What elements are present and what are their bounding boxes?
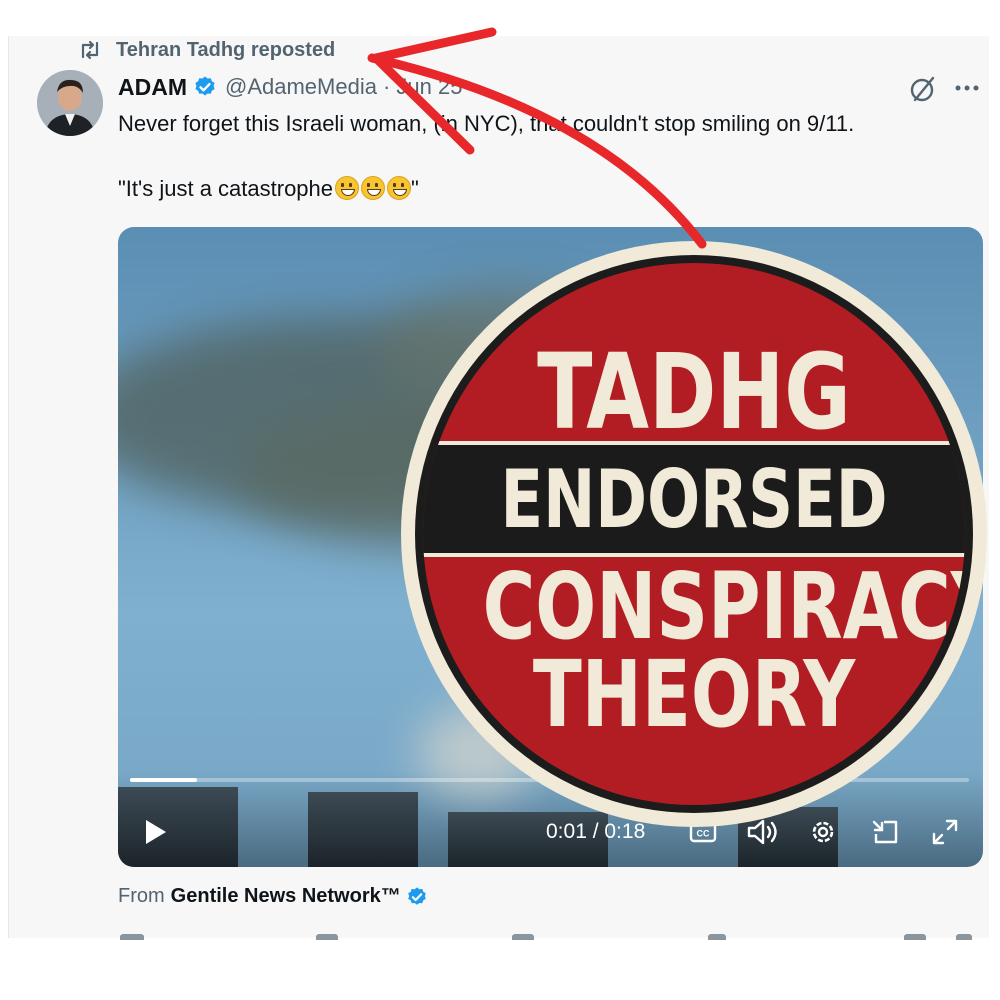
- verified-badge-icon[interactable]: [406, 886, 428, 908]
- views-icon[interactable]: [708, 934, 726, 940]
- repost-action-icon[interactable]: [316, 934, 338, 940]
- fullscreen-icon[interactable]: [930, 817, 960, 847]
- svg-text:CC: CC: [697, 829, 710, 839]
- video-progress-fill: [130, 778, 198, 782]
- like-icon[interactable]: [512, 934, 534, 940]
- repost-indicator[interactable]: Tehran Tadhg reposted: [78, 38, 335, 62]
- badge-line1: TADHG: [537, 331, 851, 453]
- avatar[interactable]: [37, 70, 103, 136]
- badge-line4: THEORY: [532, 641, 856, 748]
- video-source: From Gentile News Network™: [118, 885, 428, 908]
- grinning-emoji-icon: [335, 176, 360, 200]
- tweet-text-line2: "It's just a catastrophe ": [118, 176, 419, 202]
- author-handle[interactable]: @AdameMedia: [225, 74, 377, 100]
- settings-gear-icon[interactable]: [808, 817, 838, 847]
- video-time: 0:01 / 0:18: [546, 820, 646, 843]
- avatar-image: [37, 70, 103, 136]
- tweet-text-quote-end: ": [411, 176, 419, 201]
- badge-inner: TADHG ENDORSED CONSPIRACY THEORY: [423, 263, 965, 805]
- more-options-icon[interactable]: [952, 76, 982, 100]
- tweet-date[interactable]: · Jun 25: [383, 74, 463, 100]
- beaming-emoji-icon: [361, 176, 386, 200]
- grok-icon[interactable]: [908, 74, 938, 104]
- repost-label[interactable]: Tehran Tadhg reposted: [116, 39, 335, 62]
- captions-icon[interactable]: CC: [688, 817, 718, 847]
- share-icon[interactable]: [956, 934, 972, 940]
- author-row: ADAM @AdameMedia · Jun 25: [118, 72, 462, 102]
- tweet-text-line1: Never forget this Israeli woman, (in NYC…: [118, 111, 855, 136]
- author-name[interactable]: ADAM: [118, 74, 187, 101]
- from-prefix: From: [118, 885, 165, 907]
- picture-in-picture-icon[interactable]: [870, 817, 900, 847]
- building: [308, 792, 418, 867]
- badge-line2: ENDORSED: [500, 453, 888, 546]
- from-source-link[interactable]: Gentile News Network™: [171, 885, 401, 908]
- tweet-text-quote: "It's just a catastrophe: [118, 176, 334, 201]
- endorsed-stamp-badge: TADHG ENDORSED CONSPIRACY THEORY: [407, 247, 981, 821]
- play-icon[interactable]: [140, 817, 170, 847]
- reply-icon[interactable]: [120, 934, 144, 940]
- badge-ring: TADHG ENDORSED CONSPIRACY THEORY: [415, 255, 973, 813]
- bookmark-icon[interactable]: [904, 934, 926, 940]
- building: [118, 787, 238, 867]
- verified-badge-icon[interactable]: [193, 75, 217, 99]
- repost-icon: [81, 40, 99, 60]
- volume-icon[interactable]: [746, 817, 780, 847]
- laughing-emoji-icon: [387, 176, 412, 200]
- tweet-date-text: Jun 25: [396, 74, 463, 99]
